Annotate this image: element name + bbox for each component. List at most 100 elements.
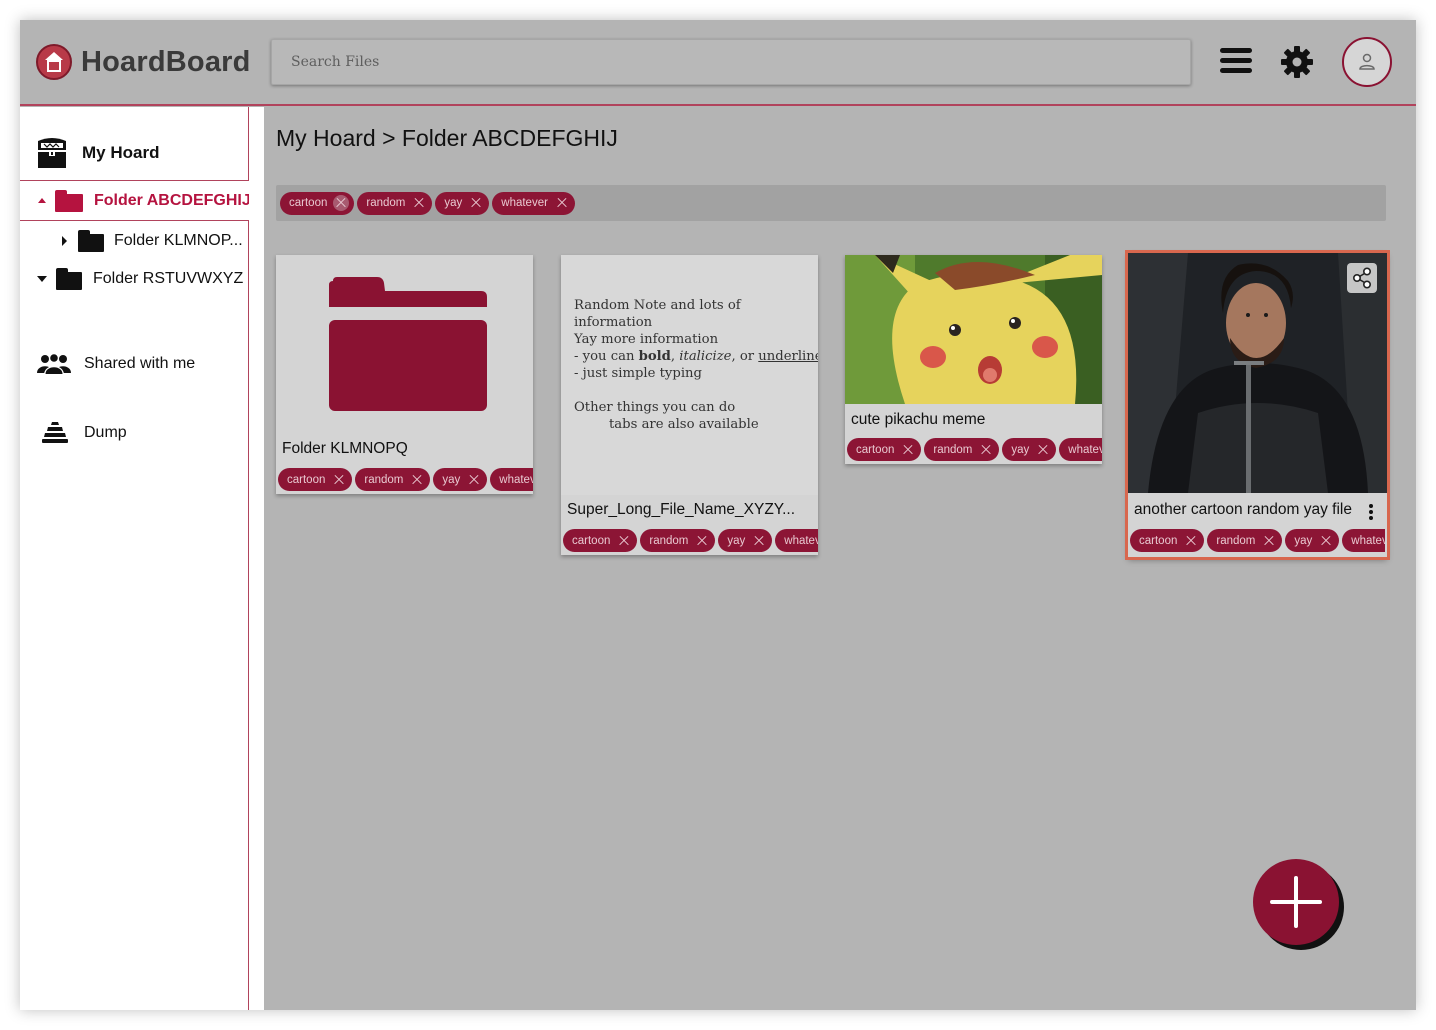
note-text-run: - you can <box>574 349 639 364</box>
caret-up-icon[interactable] <box>38 198 46 203</box>
remove-tag-icon[interactable] <box>1318 533 1334 549</box>
treasure-chest-icon <box>38 138 66 168</box>
remove-tag-icon[interactable] <box>900 442 916 458</box>
note-line: Random Note and lots of information <box>574 298 741 330</box>
card-tag-list: cartoon random yay whatever <box>847 436 1102 463</box>
note-line: Yay more information <box>574 332 719 347</box>
hoard-logo-icon <box>36 44 72 80</box>
tag-label: cartoon <box>289 197 328 209</box>
tag-label: whatever <box>1068 443 1102 456</box>
filter-tag[interactable]: yay <box>435 191 490 215</box>
sidebar: My Hoard Folder ABCDEFGHIJ Folder KLMNOP… <box>20 107 257 1010</box>
underlined-text: underline <box>758 349 818 364</box>
tag-label: cartoon <box>572 534 611 547</box>
card-tag[interactable]: whatever <box>1059 438 1102 461</box>
card-tag[interactable]: random <box>924 438 1000 461</box>
remove-tag-icon[interactable] <box>694 533 710 549</box>
card-tag[interactable]: yay <box>1285 529 1340 552</box>
remove-tag-icon[interactable] <box>333 195 350 211</box>
card-title: another cartoon random yay file <box>1134 501 1352 518</box>
pikachu-image <box>845 255 1102 404</box>
remove-tag-icon[interactable] <box>409 472 425 488</box>
app-logo[interactable]: HoardBoard <box>36 44 251 80</box>
user-avatar[interactable] <box>1342 37 1392 87</box>
selected-image-card[interactable]: another cartoon random yay file cartoon … <box>1125 250 1390 560</box>
card-tag[interactable]: yay <box>718 529 773 552</box>
card-tag[interactable]: cartoon <box>1130 529 1205 552</box>
tag-label: yay <box>727 534 746 547</box>
caret-down-icon[interactable] <box>37 276 47 282</box>
tag-label: yay <box>444 197 463 209</box>
sidebar-item-label: Dump <box>84 424 127 441</box>
remove-tag-icon[interactable] <box>411 195 427 211</box>
tag-label: cartoon <box>856 443 895 456</box>
breadcrumb: My Hoard > Folder ABCDEFGHIJ <box>276 125 618 151</box>
sidebar-item-shared[interactable]: Shared with me <box>20 344 249 384</box>
note-line: - just simple typing <box>574 366 702 381</box>
tag-label: random <box>649 534 689 547</box>
remove-tag-icon[interactable] <box>616 533 632 549</box>
remove-tag-icon[interactable] <box>554 195 570 211</box>
add-button[interactable] <box>1253 859 1339 945</box>
share-icon <box>1353 267 1371 289</box>
top-bar: HoardBoard <box>20 20 1416 106</box>
tag-label: cartoon <box>287 473 326 486</box>
note-line: Other things you can do <box>574 400 736 415</box>
card-tag-list: cartoon random yay whatever <box>278 466 533 493</box>
card-tag[interactable]: cartoon <box>847 438 922 461</box>
sidebar-gutter <box>249 107 264 1010</box>
tag-label: random <box>933 443 973 456</box>
remove-tag-icon[interactable] <box>1035 442 1051 458</box>
filter-tag-bar: cartoon random yay whatever <box>276 185 1386 221</box>
filter-tag[interactable]: random <box>357 191 433 215</box>
remove-tag-icon[interactable] <box>751 533 767 549</box>
filter-tag[interactable]: whatever <box>492 191 575 215</box>
sidebar-folder-label: Folder RSTUVWXYZ <box>93 270 244 287</box>
dump-pile-icon <box>42 422 68 443</box>
remove-tag-icon[interactable] <box>1183 533 1199 549</box>
tag-label: cartoon <box>1139 534 1178 547</box>
card-tag[interactable]: cartoon <box>563 529 638 552</box>
card-tag[interactable]: yay <box>433 468 488 491</box>
more-options-icon[interactable] <box>1369 504 1373 522</box>
tag-label: whatever <box>1351 534 1385 547</box>
tag-label: random <box>1216 534 1256 547</box>
card-tag[interactable]: random <box>355 468 431 491</box>
card-tag[interactable]: random <box>640 529 716 552</box>
card-tag[interactable]: yay <box>1002 438 1057 461</box>
sidebar-item-dump[interactable]: Dump <box>20 413 249 453</box>
sidebar-folder-label: Folder ABCDEFGHIJ <box>94 191 251 209</box>
remove-tag-icon[interactable] <box>466 472 482 488</box>
note-card[interactable]: Random Note and lots of information Yay … <box>561 255 818 555</box>
user-icon <box>1359 53 1375 70</box>
card-title: Super_Long_File_Name_XYZY... <box>567 501 796 518</box>
tag-label: yay <box>1011 443 1030 456</box>
remove-tag-icon[interactable] <box>978 442 994 458</box>
image-card[interactable]: cute pikachu meme cartoon random yay wha… <box>845 255 1102 464</box>
hamburger-menu-icon[interactable] <box>1220 48 1252 74</box>
card-tag[interactable]: whatever <box>1342 529 1385 552</box>
card-tag[interactable]: whatever <box>775 529 818 552</box>
share-button[interactable] <box>1347 263 1377 293</box>
search-input[interactable] <box>271 39 1191 85</box>
folder-icon <box>329 277 487 411</box>
card-title: cute pikachu meme <box>851 411 986 428</box>
filter-tag[interactable]: cartoon <box>280 191 355 215</box>
folder-card[interactable]: Folder KLMNOPQ cartoon random yay whatev… <box>276 255 533 494</box>
remove-tag-icon[interactable] <box>468 195 484 211</box>
card-tag[interactable]: whatever <box>490 468 533 491</box>
folder-icon <box>78 230 104 252</box>
sidebar-item-my-hoard[interactable]: My Hoard <box>20 125 249 181</box>
caret-right-icon[interactable] <box>62 236 67 246</box>
card-tag[interactable]: cartoon <box>278 468 353 491</box>
sidebar-folder-abcdefghij[interactable]: Folder ABCDEFGHIJ <box>20 180 257 221</box>
sidebar-folder-klmnop[interactable]: Folder KLMNOP... <box>20 222 249 260</box>
remove-tag-icon[interactable] <box>1261 533 1277 549</box>
settings-gear-icon[interactable] <box>1280 45 1314 79</box>
app-window: HoardBoard Search Files My Hoard Folder … <box>20 20 1416 1010</box>
note-text: Random Note and lots of information Yay … <box>574 297 818 433</box>
remove-tag-icon[interactable] <box>331 472 347 488</box>
card-tag[interactable]: random <box>1207 529 1283 552</box>
tag-label: yay <box>442 473 461 486</box>
sidebar-folder-rstuvwxyz[interactable]: Folder RSTUVWXYZ <box>20 260 249 298</box>
